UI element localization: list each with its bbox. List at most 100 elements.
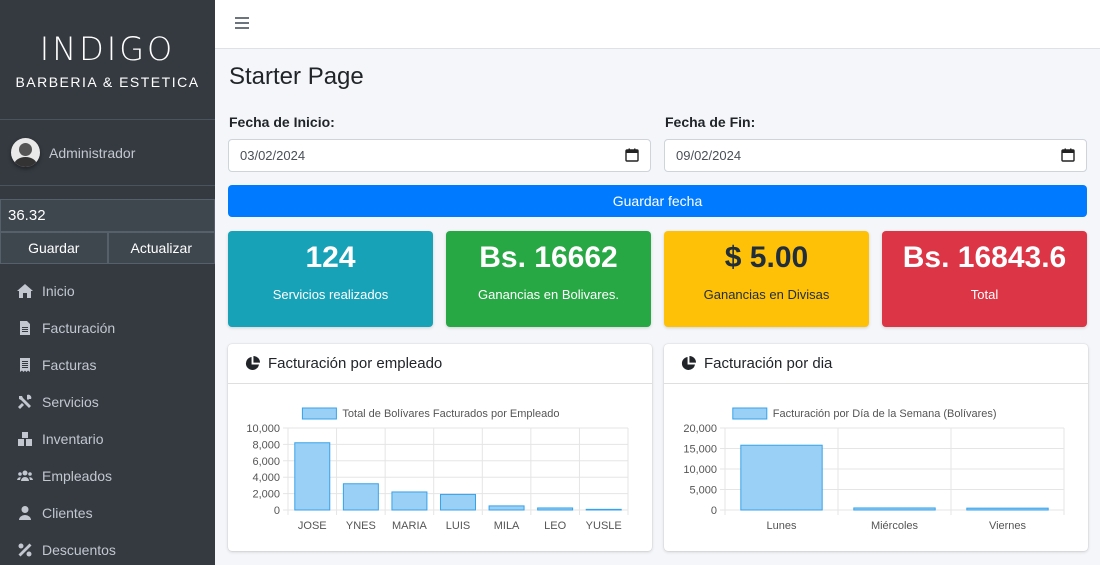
avatar [11,138,40,167]
x-tick-label: MARIA [392,520,428,532]
y-tick-label: 6,000 [252,456,280,468]
sidebar-item-clientes[interactable]: Clientes [0,494,215,531]
page-title: Starter Page [229,63,364,90]
card-title: Facturación por empleado [268,355,443,372]
sidebar-item-label: Clientes [42,504,93,521]
stat-label: Total [970,287,999,302]
x-tick-label: MILA [494,520,520,532]
end-date-input[interactable]: 09/02/2024 [664,139,1087,172]
bar-yusle[interactable] [585,508,622,511]
save-rate-button[interactable]: Guardar [0,232,108,264]
card-header: Facturación por empleado [228,344,652,384]
sidebar-item-empleados[interactable]: Empleados [0,457,215,494]
brand-subtitle: BARBERIA & ESTETICA [15,73,200,90]
top-navbar [215,0,1100,49]
bar-viernes[interactable] [966,507,1049,511]
x-tick-label: JOSE [298,520,327,532]
sidebar-item-label: Empleados [42,467,113,484]
y-tick-label: 2,000 [252,489,280,501]
card-title: Facturación por dia [704,355,833,372]
y-tick-label: 5,000 [689,485,717,497]
stat-value: 124 [305,241,356,274]
card-day-billing: Facturación por dia Facturación por Día … [664,344,1088,551]
x-tick-label: YNES [346,520,376,532]
start-date-value: 03/02/2024 [240,148,306,163]
receipt-icon [16,356,34,374]
sidebar-item-label: Servicios [42,393,99,410]
menu-toggle-icon[interactable] [235,17,249,29]
bar-mila[interactable] [488,505,525,511]
sidebar-item-inventario[interactable]: Inventario [0,420,215,457]
bar-maria[interactable] [391,491,428,511]
stat-label: Ganancias en Bolivares. [478,287,619,302]
user-name[interactable]: Administrador [49,145,135,161]
legend-swatch[interactable] [301,407,337,420]
sidebar-item-servicios[interactable]: Servicios [0,383,215,420]
x-tick-label: LUIS [446,520,470,532]
file-invoice-icon [16,319,34,337]
percent-icon [16,541,34,559]
bar-ynes[interactable] [342,483,379,511]
card-header: Facturación por dia [664,344,1088,384]
sidebar-item-label: Inventario [42,430,104,447]
rate-buttons: Guardar Actualizar [0,232,215,264]
y-tick-label: 10,000 [246,423,280,435]
users-icon [16,467,34,485]
boxes-icon [16,430,34,448]
save-date-button[interactable]: Guardar fecha [228,185,1087,217]
legend-swatch[interactable] [732,407,768,420]
y-tick-label: 10,000 [683,464,717,476]
sidebar-item-descuentos[interactable]: Descuentos [0,531,215,565]
end-date-value: 09/02/2024 [676,148,742,163]
calendar-icon[interactable] [625,148,639,162]
sidebar-item-facturas[interactable]: Facturas [0,346,215,383]
chart-pie-icon [681,356,696,370]
calendar-icon[interactable] [1061,148,1075,162]
exchange-rate-input[interactable]: 36.32 [0,199,215,232]
y-tick-label: 15,000 [683,444,717,456]
bar-leo[interactable] [537,507,574,511]
x-tick-label: YUSLE [586,520,622,532]
sidebar-item-label: Inicio [42,282,75,299]
bar-miércoles[interactable] [853,507,936,511]
y-tick-label: 4,000 [252,472,280,484]
stat-box-divisas: $ 5.00 Ganancias en Divisas [664,231,869,327]
stat-value: Bs. 16843.6 [902,241,1067,274]
update-rate-button[interactable]: Actualizar [107,232,215,264]
sidebar-item-inicio[interactable]: Inicio [0,272,215,309]
legend-label[interactable]: Total de Bolívares Facturados por Emplea… [342,408,559,420]
y-tick-label: 0 [274,505,280,517]
y-tick-label: 20,000 [683,423,717,435]
sidebar: INDIGO BARBERIA & ESTETICA Administrador… [0,0,215,565]
x-tick-label: Miércoles [871,520,919,532]
sidebar-item-label: Descuentos [42,541,116,558]
stat-box-bolivares: Bs. 16662 Ganancias en Bolivares. [446,231,651,327]
tools-icon [16,393,34,411]
bar-luis[interactable] [440,493,476,511]
stat-label: Servicios realizados [272,287,389,302]
chart-pie-icon [245,356,260,370]
employee-bar-chart: Total de Bolívares Facturados por Emplea… [246,407,629,532]
stat-label: Ganancias en Divisas [703,287,830,302]
x-tick-label: Viernes [989,520,1027,532]
y-tick-label: 0 [711,505,717,517]
sidebar-nav: Inicio Facturación Facturas Servicios In… [0,272,215,565]
sidebar-item-label: Facturación [42,319,116,336]
y-tick-label: 8,000 [252,439,280,451]
legend-label[interactable]: Facturación por Día de la Semana (Bolíva… [773,408,997,420]
user-icon [16,504,34,522]
sidebar-item-label: Facturas [42,356,97,373]
start-date-label: Fecha de Inicio: [229,114,335,130]
bar-jose[interactable] [294,442,331,511]
brand[interactable]: INDIGO BARBERIA & ESTETICA [0,0,215,120]
start-date-input[interactable]: 03/02/2024 [228,139,651,172]
x-tick-label: LEO [544,520,566,532]
user-panel[interactable]: Administrador [0,120,215,186]
brand-logo: INDIGO [39,29,176,68]
sidebar-item-facturacion[interactable]: Facturación [0,309,215,346]
x-tick-label: Lunes [767,520,797,532]
bar-lunes[interactable] [740,444,823,511]
stat-value: Bs. 16662 [479,241,618,274]
stat-box-services: 124 Servicios realizados [228,231,433,327]
stat-value: $ 5.00 [724,241,809,274]
